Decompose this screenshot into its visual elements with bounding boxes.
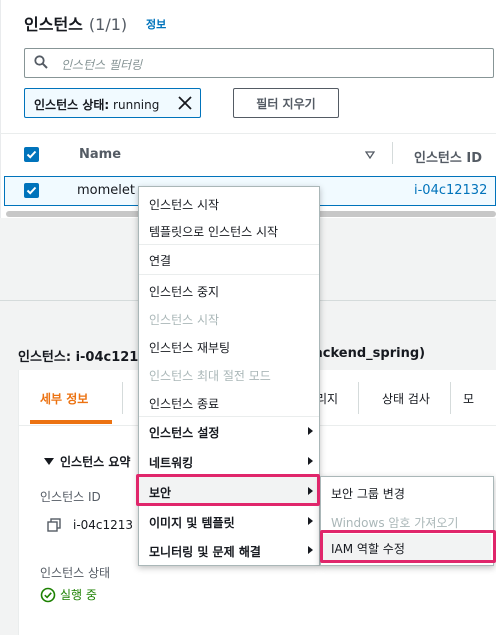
menu-item-label: 이미지 및 템플릿 [149,516,235,530]
page-title-text: 인스턴스 [24,15,83,34]
menu-item-start-instance[interactable]: 인스턴스 시작 [139,189,319,217]
menu-item-label: 인스턴스 종료 [149,397,220,411]
sort-down-icon[interactable] [365,151,375,159]
actions-context-menu: 인스턴스 시작 템플릿으로 인스턴스 시작 연결 인스턴스 중지 인스턴스 시작… [138,186,320,566]
check-icon [26,150,37,159]
menu-item-connect[interactable]: 연결 [139,245,319,273]
divider [0,133,496,134]
menu-item-images-templates[interactable]: 이미지 및 템플릿 [139,507,319,535]
instance-summary-toggle[interactable]: 인스턴스 요약 [44,453,130,470]
menu-item-hibernate-instance: 인스턴스 최대 절전 모드 [139,360,319,388]
menu-item-label: 모니터링 및 문제 해결 [149,545,261,559]
menu-item-stop-instance[interactable]: 인스턴스 중지 [139,276,319,304]
row-checkbox[interactable] [24,183,39,198]
highlight-box-iam-role [320,530,496,563]
search-input[interactable]: 인스턴스 필터링 [24,48,494,78]
submenu-item-label: 보안 그룹 변경 [331,487,405,501]
column-separator [392,142,393,164]
details-title: 인스턴스: i-04c121 ackend_spring) [18,346,425,365]
menu-item-reboot-instance[interactable]: 인스턴스 재부팅 [139,332,319,360]
search-placeholder: 인스턴스 필터링 [61,58,143,72]
menu-separator [139,274,319,275]
status-badge: 실행 중 [40,586,97,603]
menu-item-label: 인스턴스 설정 [149,426,220,440]
tab-status-checks[interactable]: 상태 검사 [382,390,430,407]
info-link[interactable]: 정보 [146,16,166,32]
instance-id-label: 인스턴스 ID [40,490,101,504]
tab-separator [122,382,123,414]
menu-item-label: 인스턴스 최대 절전 모드 [149,369,271,383]
menu-item-label: 인스턴스 시작 [149,313,220,327]
instance-id-value: i-04c1213 [73,518,134,532]
menu-item-label: 네트워킹 [149,456,194,470]
caret-down-icon [44,458,54,465]
filter-chip-text: 인스턴스 상태: running [34,96,159,113]
check-icon [26,186,37,195]
page-title: 인스턴스 (1/1) [24,11,127,35]
tab-separator [358,382,359,414]
active-tab-indicator [30,420,112,424]
submenu-item-label: Windows 암호 가져오기 [331,516,459,530]
chevron-right-icon [308,457,313,465]
highlight-box-security [136,474,320,506]
chevron-right-icon [308,427,313,435]
menu-item-instance-settings[interactable]: 인스턴스 설정 [139,417,319,445]
menu-item-label: 인스턴스 재부팅 [149,341,231,355]
details-title-tail: ackend_spring) [314,346,426,361]
tab-details[interactable]: 세부 정보 [40,390,88,407]
clear-filters-button[interactable]: 필터 지우기 [233,88,339,118]
menu-item-label: 템플릿으로 인스턴스 시작 [149,225,279,239]
menu-item-label: 인스턴스 시작 [149,198,220,212]
menu-item-launch-from-template[interactable]: 템플릿으로 인스턴스 시작 [139,216,319,244]
menu-item-label: 연결 [149,254,172,268]
chevron-right-icon [308,517,313,525]
column-header-name[interactable]: Name [79,147,121,162]
filter-chip: 인스턴스 상태: running [24,88,201,118]
menu-item-start-instance-disabled: 인스턴스 시작 [139,304,319,332]
menu-item-label: 인스턴스 중지 [149,285,220,299]
chevron-right-icon [308,546,313,554]
filter-chip-value: running [113,98,160,112]
menu-item-monitor-troubleshoot[interactable]: 모니터링 및 문제 해결 [139,536,319,564]
instance-count: (1/1) [88,15,128,34]
copy-icon[interactable] [47,518,61,532]
row-name-cell: momelet [77,183,135,198]
select-all-checkbox[interactable] [24,147,39,162]
submenu-item-change-security-groups[interactable]: 보안 그룹 변경 [321,478,493,506]
check-circle-icon [40,587,56,602]
instance-state-label: 인스턴스 상태 [40,566,111,580]
status-text: 실행 중 [60,588,97,602]
filter-chip-key: 인스턴스 상태: [34,98,110,112]
menu-item-networking[interactable]: 네트워킹 [139,447,319,475]
row-instance-id-link[interactable]: i-04c12132 [414,183,487,198]
summary-label: 인스턴스 요약 [60,455,131,469]
column-header-instance-id[interactable]: 인스턴스 ID [414,147,482,166]
tab-next[interactable]: 모 [463,390,474,407]
tab-separator [450,382,451,414]
close-icon[interactable] [176,94,194,112]
details-title-text: 인스턴스: i-04c121 [18,350,139,365]
menu-item-terminate-instance[interactable]: 인스턴스 종료 [139,388,319,416]
search-icon [34,55,48,69]
